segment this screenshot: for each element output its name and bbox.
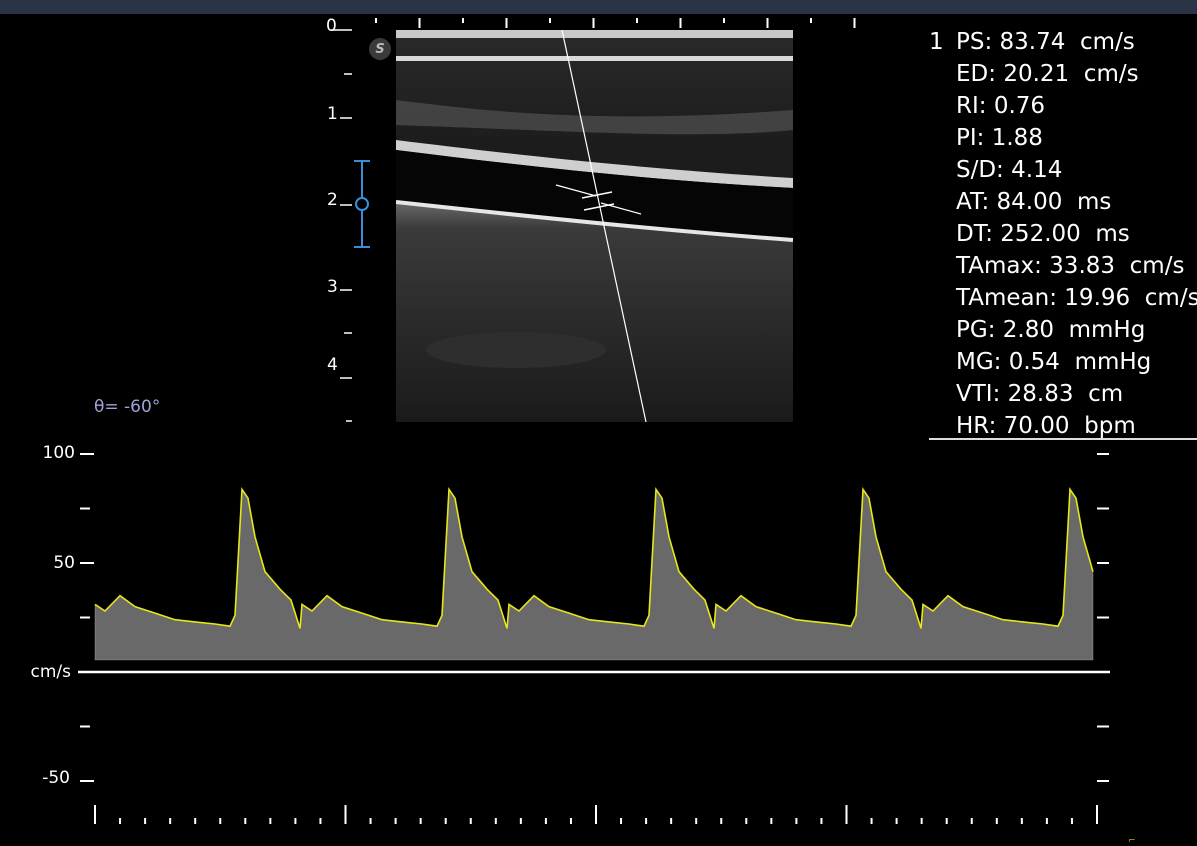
spectral-fill bbox=[95, 489, 1093, 660]
focus-marker-icon bbox=[355, 197, 369, 211]
doppler-spectrum bbox=[78, 18, 1110, 824]
